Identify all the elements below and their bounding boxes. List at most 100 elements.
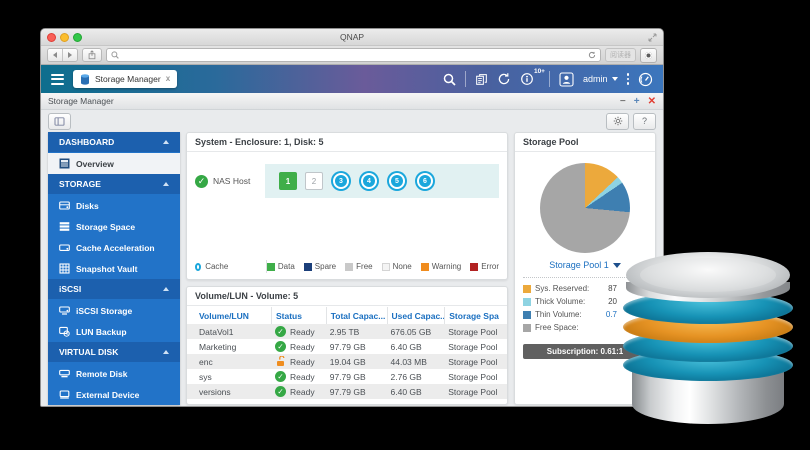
table-row-versions[interactable]: versions ✓Ready 97.79 GB 6.40 GB Storage… [187, 384, 507, 399]
notifications-button[interactable]: 10+ [520, 72, 534, 86]
cache-acceleration-icon [59, 242, 70, 253]
thin-volume-chip [523, 311, 531, 319]
disk-slot-6[interactable]: 6 [415, 171, 435, 191]
main-menu-button[interactable] [51, 74, 64, 85]
user-profile-button[interactable] [559, 72, 574, 87]
chevron-down-icon [612, 77, 618, 81]
storage-space-icon [59, 221, 70, 232]
background-tasks-button[interactable] [475, 73, 488, 86]
table-row-marketing[interactable]: Marketing ✓Ready 97.79 GB 6.40 GB Storag… [187, 339, 507, 354]
app-titlebar: Storage Manager − + ✕ [41, 93, 663, 110]
table-row-sys[interactable]: sys ✓Ready 97.79 GB 2.76 GB Storage Pool… [187, 369, 507, 384]
col-used-capacity[interactable]: Used Capac... [387, 307, 445, 324]
col-storage-space[interactable]: Storage Space [444, 307, 499, 324]
sidebar-section-virtual-disk[interactable]: VIRTUAL DISK [48, 342, 180, 362]
chevron-up-icon [163, 287, 169, 291]
sidebar-item-iscsi-storage[interactable]: iSCSI Storage [48, 300, 180, 321]
back-icon [53, 52, 57, 58]
table-row-enc[interactable]: enc Ready 19.04 GB 44.03 MB Storage Pool [187, 354, 507, 369]
fullscreen-icon[interactable] [648, 33, 657, 42]
none-legend-chip [382, 263, 390, 271]
error-legend-chip [470, 263, 478, 271]
sidebar-item-overview[interactable]: Overview [48, 153, 180, 174]
disk-slot-strip: 1 2 3 4 5 6 [265, 164, 499, 198]
storage-pool-pie-chart [540, 163, 630, 253]
share-icon [87, 50, 97, 60]
chevron-up-icon [163, 182, 169, 186]
forward-icon [68, 52, 72, 58]
storage-pool-title: Storage Pool [515, 133, 655, 152]
iscsi-storage-icon [59, 305, 70, 316]
disk-legend: Cache Data Spare Free None Warning Error [187, 256, 507, 279]
notification-count-badge: 10+ [534, 68, 545, 75]
search-icon [111, 51, 119, 59]
volume-table: Volume/LUN Status Total Capac... Used Ca… [187, 306, 507, 399]
disk-slot-1[interactable]: 1 [279, 172, 297, 190]
col-total-capacity[interactable]: Total Capac... [326, 307, 387, 324]
layout-icon [54, 117, 65, 126]
browser-title: QNAP [41, 32, 663, 42]
admin-username: admin [583, 74, 608, 84]
sync-icon [497, 72, 511, 86]
disk-slot-4[interactable]: 4 [359, 171, 379, 191]
sidebar-item-remote-disk[interactable]: Remote Disk [48, 363, 180, 384]
col-volume-lun[interactable]: Volume/LUN [195, 307, 271, 324]
col-status[interactable]: Status [271, 307, 326, 324]
tab-close-icon[interactable]: x [166, 75, 170, 83]
downloads-button[interactable] [640, 48, 657, 63]
address-input[interactable] [122, 50, 585, 60]
free-space-chip [523, 324, 531, 332]
settings-button[interactable] [606, 113, 629, 130]
status-ready-icon: ✓ [275, 371, 286, 382]
sidebar-item-lun-backup[interactable]: LUN Backup [48, 321, 180, 342]
storage-manager-window: Storage Manager − + ✕ [41, 93, 663, 407]
system-panel: System - Enclosure: 1, Disk: 5 ✓ NAS Hos… [186, 132, 508, 280]
notifications-icon [520, 72, 534, 86]
admin-menu[interactable]: admin [583, 74, 618, 84]
external-device-icon [59, 389, 70, 400]
storage-manager-icon [80, 74, 90, 85]
app-close-button[interactable]: ✕ [648, 96, 656, 107]
tab-storage-manager[interactable]: Storage Manager x [73, 70, 177, 88]
help-button[interactable]: ? [633, 113, 656, 130]
sidebar-item-cache-acceleration[interactable]: Cache Acceleration [48, 237, 180, 258]
volume-panel: Volume/LUN - Volume: 5 Volume/LUN Status… [186, 286, 508, 405]
sidebar-item-external-device[interactable]: External Device [48, 384, 180, 405]
status-ready-icon: ✓ [275, 341, 286, 352]
browser-toolbar: 阅读器 [41, 46, 663, 65]
status-ready-icon: ✓ [275, 386, 286, 397]
sidebar-item-storage-space[interactable]: Storage Space [48, 216, 180, 237]
app-title: Storage Manager [48, 96, 114, 106]
global-search-button[interactable] [443, 73, 456, 86]
back-button[interactable] [48, 49, 62, 61]
overview-icon [59, 158, 70, 169]
share-button[interactable] [82, 48, 102, 62]
more-options-button[interactable] [627, 73, 630, 85]
sync-status-button[interactable] [497, 72, 511, 86]
browser-window: QNAP 阅读器 Storage Manager x [40, 28, 664, 407]
thick-volume-chip [523, 298, 531, 306]
refresh-icon[interactable] [588, 51, 596, 59]
reader-button[interactable]: 阅读器 [605, 48, 636, 62]
search-icon [443, 73, 456, 86]
sidebar-section-storage[interactable]: STORAGE [48, 174, 180, 194]
resource-monitor-button[interactable] [638, 72, 653, 87]
user-icon [559, 72, 574, 87]
cache-legend-label: Cache [205, 262, 228, 271]
app-toolbar: ? [41, 110, 663, 132]
forward-button[interactable] [62, 49, 77, 61]
sidebar-item-snapshot-vault[interactable]: Snapshot Vault [48, 258, 180, 279]
nav-buttons [47, 48, 78, 62]
downloads-icon [645, 52, 652, 59]
disk-slot-3[interactable]: 3 [331, 171, 351, 191]
sidebar-section-dashboard[interactable]: DASHBOARD [48, 132, 180, 152]
sidebar-item-disks[interactable]: Disks [48, 195, 180, 216]
disk-slot-2[interactable]: 2 [305, 172, 323, 190]
app-minimize-button[interactable]: − [620, 96, 626, 107]
layout-toggle-button[interactable] [48, 113, 71, 130]
address-bar[interactable] [106, 48, 601, 62]
app-maximize-button[interactable]: + [634, 96, 640, 107]
sidebar-section-iscsi[interactable]: iSCSI [48, 279, 180, 299]
disk-slot-5[interactable]: 5 [387, 171, 407, 191]
table-row-datavol1[interactable]: DataVol1 ✓Ready 2.95 TB 676.05 GB Storag… [187, 324, 507, 339]
